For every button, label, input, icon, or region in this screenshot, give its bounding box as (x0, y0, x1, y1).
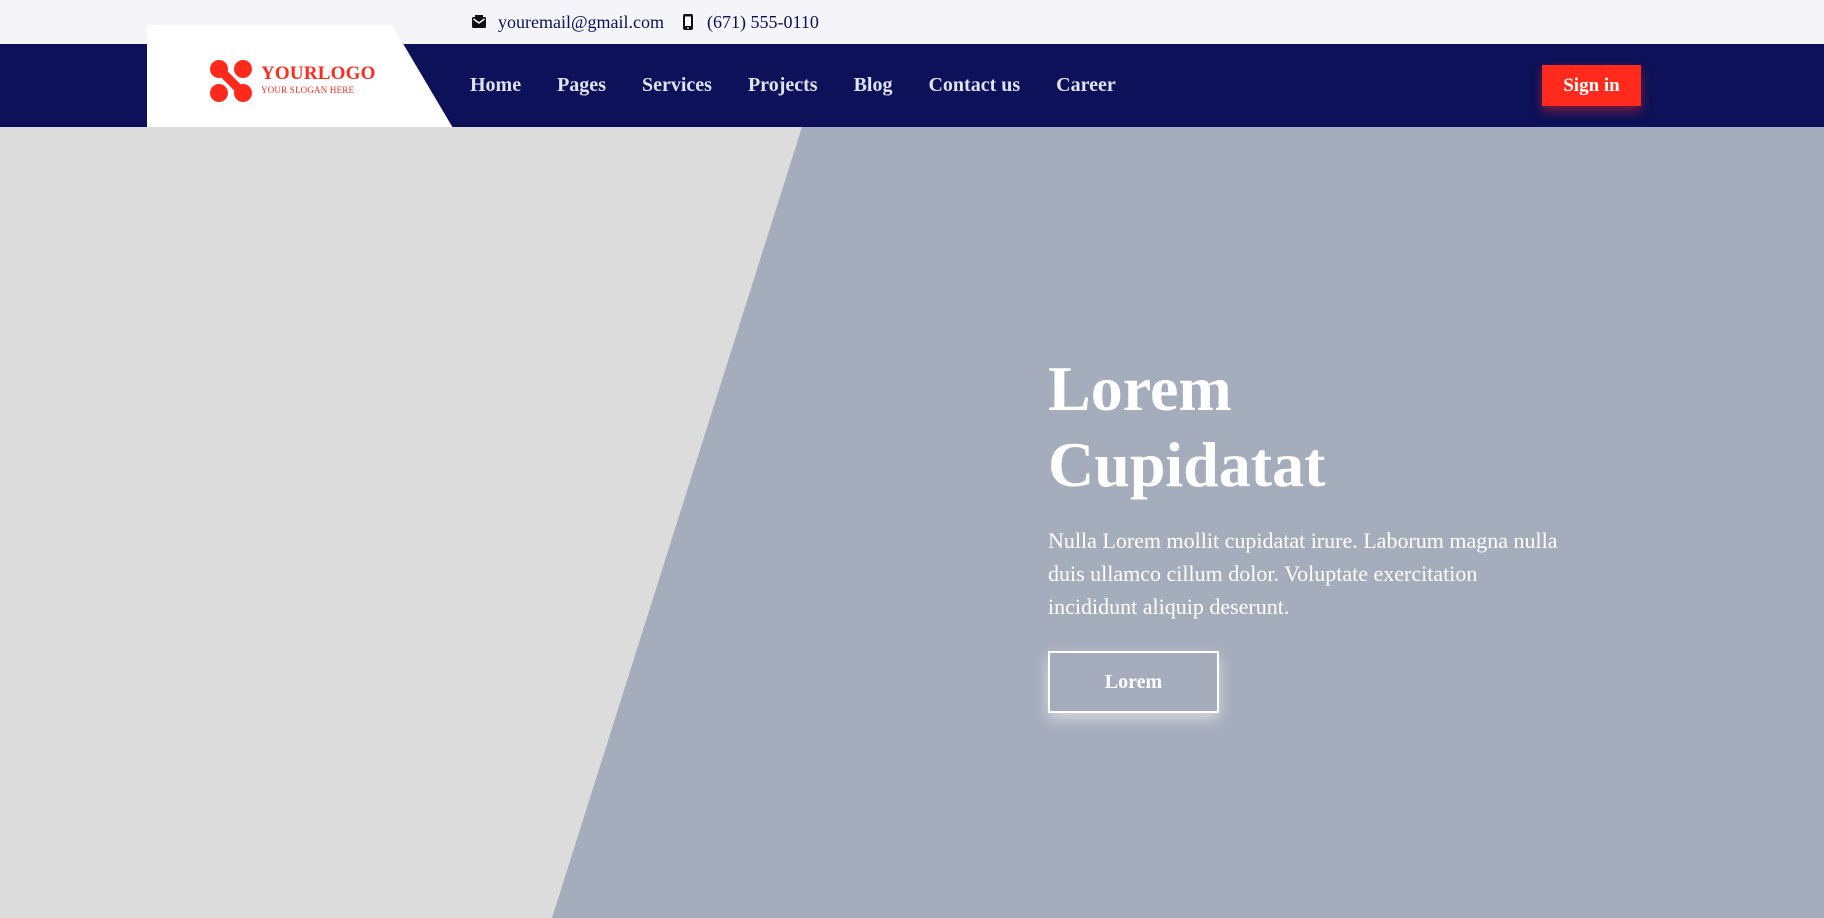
hero-description: Nulla Lorem mollit cupidatat irure. Labo… (1048, 528, 1558, 619)
hero-title-line-2: Cupidatat (1048, 429, 1326, 500)
logo-slogan: YOUR SLOGAN HERE (261, 85, 355, 95)
nav-item-projects[interactable]: Projects (748, 74, 818, 97)
nav-item-pages[interactable]: Pages (557, 74, 606, 97)
mobile-phone-icon (678, 12, 698, 32)
contact-phone[interactable]: (671) 555-0110 (678, 0, 819, 44)
envelope-icon (469, 12, 489, 32)
nav-item-home[interactable]: Home (470, 74, 521, 97)
nav-item-career[interactable]: Career (1056, 74, 1116, 97)
logo-mark-icon (209, 59, 253, 108)
logo-text: YOURLOGO YOUR SLOGAN HERE (261, 64, 376, 96)
hero-section: Lorem Cupidatat Nulla Lorem mollit cupid… (0, 127, 1824, 918)
contact-email[interactable]: youremail@gmail.com (469, 0, 664, 44)
nav-item-blog[interactable]: Blog (854, 74, 893, 97)
nav-item-contact-us[interactable]: Contact us (928, 74, 1020, 97)
logo-title: YOURLOGO (261, 63, 376, 84)
contact-phone-text: (671) 555-0110 (707, 11, 819, 32)
hero-title: Lorem Cupidatat (1048, 351, 1448, 503)
sign-in-button[interactable]: Sign in (1542, 65, 1641, 106)
hero-cta-button[interactable]: Lorem (1048, 651, 1219, 713)
hero-diagonal-panel (552, 127, 1824, 918)
hero-title-line-1: Lorem (1048, 353, 1232, 424)
nav-item-services[interactable]: Services (642, 74, 712, 97)
contact-email-text: youremail@gmail.com (498, 11, 665, 32)
nav-menu: Home Pages Services Projects Blog Contac… (470, 44, 1152, 127)
